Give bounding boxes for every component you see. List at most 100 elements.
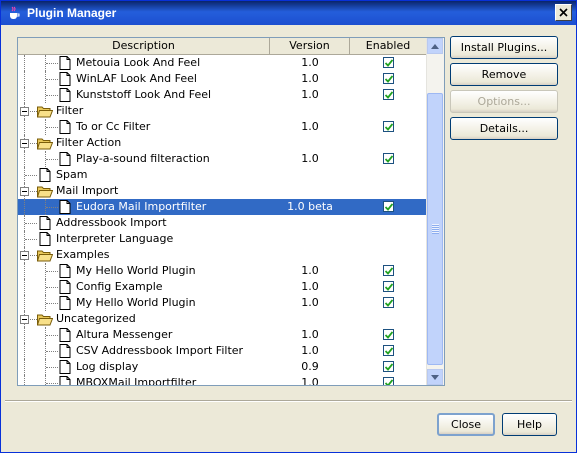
- enabled-cell: [350, 345, 428, 357]
- column-header-version[interactable]: Version: [270, 38, 350, 54]
- plugin-description: Log display: [76, 360, 139, 373]
- plugin-version: 0.9: [301, 360, 319, 373]
- collapse-toggle-icon[interactable]: [20, 107, 29, 116]
- table-row[interactable]: My Hello World Plugin 1.0: [18, 263, 428, 279]
- document-icon: [39, 216, 55, 232]
- tree-line: [24, 295, 25, 311]
- remove-button[interactable]: Remove: [450, 63, 558, 86]
- enabled-checkbox[interactable]: [383, 121, 394, 132]
- title-bar[interactable]: Plugin Manager: [1, 1, 576, 25]
- close-button[interactable]: Close: [437, 413, 495, 436]
- table-row[interactable]: My Hello World Plugin 1.0: [18, 295, 428, 311]
- tree-line: [24, 87, 25, 103]
- tree-line: [24, 55, 25, 71]
- options-label: Options...: [477, 95, 531, 108]
- plugin-description: Mail Import: [56, 184, 119, 197]
- enabled-checkbox[interactable]: [383, 89, 394, 100]
- enabled-checkbox[interactable]: [383, 361, 394, 372]
- tree-category-row[interactable]: Examples: [18, 247, 428, 263]
- plugin-description: Play-a-sound filteraction: [76, 152, 210, 165]
- vertical-scrollbar[interactable]: [426, 38, 444, 385]
- collapse-toggle-icon[interactable]: [20, 187, 29, 196]
- tree-branch: [46, 207, 58, 208]
- enabled-cell: [350, 89, 428, 101]
- details-button[interactable]: Details...: [450, 117, 558, 140]
- table-row[interactable]: To or Cc Filter 1.0: [18, 119, 428, 135]
- table-row[interactable]: Config Example 1.0: [18, 279, 428, 295]
- tree-line: [24, 327, 25, 343]
- tree-line: [24, 279, 25, 295]
- enabled-checkbox[interactable]: [383, 281, 394, 292]
- document-icon: [59, 56, 75, 72]
- collapse-toggle-icon[interactable]: [20, 139, 29, 148]
- tree-branch: [46, 79, 58, 80]
- plugin-description: CSV Addressbook Import Filter: [76, 344, 244, 357]
- table-row[interactable]: CSV Addressbook Import Filter 1.0: [18, 343, 428, 359]
- table-row[interactable]: Metouia Look And Feel 1.0: [18, 55, 428, 71]
- tree-branch: [46, 63, 58, 64]
- tree-branch: [46, 367, 58, 368]
- table-row[interactable]: Play-a-sound filteraction 1.0: [18, 151, 428, 167]
- scroll-down-button[interactable]: [427, 369, 443, 385]
- collapse-toggle-icon[interactable]: [20, 315, 29, 324]
- scrollbar-thumb[interactable]: [427, 93, 443, 365]
- tree-line: [24, 359, 25, 375]
- install-plugins-button[interactable]: Install Plugins...: [450, 36, 558, 59]
- plugin-table[interactable]: Description Version Enabled Metouia Look…: [17, 37, 445, 386]
- document-icon: [59, 376, 75, 385]
- enabled-checkbox[interactable]: [383, 297, 394, 308]
- table-row[interactable]: Interpreter Language: [18, 231, 428, 247]
- document-icon: [59, 120, 75, 136]
- plugin-description: Uncategorized: [56, 312, 136, 325]
- plugin-description: WinLAF Look And Feel: [76, 72, 197, 85]
- tree-branch: [46, 303, 58, 304]
- plugin-description: Filter: [56, 104, 84, 117]
- table-row[interactable]: Eudora Mail Importfilter 1.0 beta: [18, 199, 428, 215]
- tree-branch: [46, 95, 58, 96]
- plugin-description: Examples: [56, 248, 110, 261]
- tree-branch: [46, 271, 58, 272]
- column-header-enabled[interactable]: Enabled: [350, 38, 427, 54]
- plugin-description: My Hello World Plugin: [76, 264, 196, 277]
- enabled-checkbox[interactable]: [383, 345, 394, 356]
- tree-category-row[interactable]: Mail Import: [18, 183, 428, 199]
- tree-line: [24, 263, 25, 279]
- document-icon: [59, 200, 75, 216]
- enabled-cell: [350, 377, 428, 385]
- tree-category-row[interactable]: Filter Action: [18, 135, 428, 151]
- table-row[interactable]: Altura Messenger 1.0: [18, 327, 428, 343]
- table-row[interactable]: MBOXMail Importfilter 1.0: [18, 375, 428, 385]
- tree-category-row[interactable]: Filter: [18, 103, 428, 119]
- enabled-cell: [350, 297, 428, 309]
- table-row[interactable]: WinLAF Look And Feel 1.0: [18, 71, 428, 87]
- enabled-checkbox[interactable]: [383, 329, 394, 340]
- tree-branch: [46, 383, 58, 384]
- plugin-description: Eudora Mail Importfilter: [76, 200, 207, 213]
- document-icon: [59, 328, 75, 344]
- close-label: Close: [451, 418, 481, 431]
- tree-category-row[interactable]: Uncategorized: [18, 311, 428, 327]
- enabled-checkbox[interactable]: [383, 57, 394, 68]
- column-header-description[interactable]: Description: [18, 38, 270, 54]
- table-row[interactable]: Kunststoff Look And Feel 1.0: [18, 87, 428, 103]
- details-label: Details...: [479, 122, 529, 135]
- scroll-up-button[interactable]: [427, 38, 443, 54]
- plugin-version: 1.0 beta: [287, 200, 333, 213]
- enabled-checkbox[interactable]: [383, 265, 394, 276]
- options-button[interactable]: Options...: [450, 90, 558, 113]
- collapse-toggle-icon[interactable]: [20, 251, 29, 260]
- enabled-checkbox[interactable]: [383, 73, 394, 84]
- close-window-button[interactable]: [555, 4, 572, 21]
- enabled-checkbox[interactable]: [383, 153, 394, 164]
- tree-branch: [25, 175, 37, 176]
- table-row[interactable]: Spam: [18, 167, 428, 183]
- tree-line: [24, 343, 25, 359]
- plugin-version: 1.0: [301, 56, 319, 69]
- help-button[interactable]: Help: [502, 413, 557, 436]
- table-row[interactable]: Addressbook Import: [18, 215, 428, 231]
- enabled-checkbox[interactable]: [383, 377, 394, 385]
- tree-branch: [25, 239, 37, 240]
- enabled-checkbox[interactable]: [383, 201, 394, 212]
- table-row[interactable]: Log display 0.9: [18, 359, 428, 375]
- table-header: Description Version Enabled: [18, 38, 427, 55]
